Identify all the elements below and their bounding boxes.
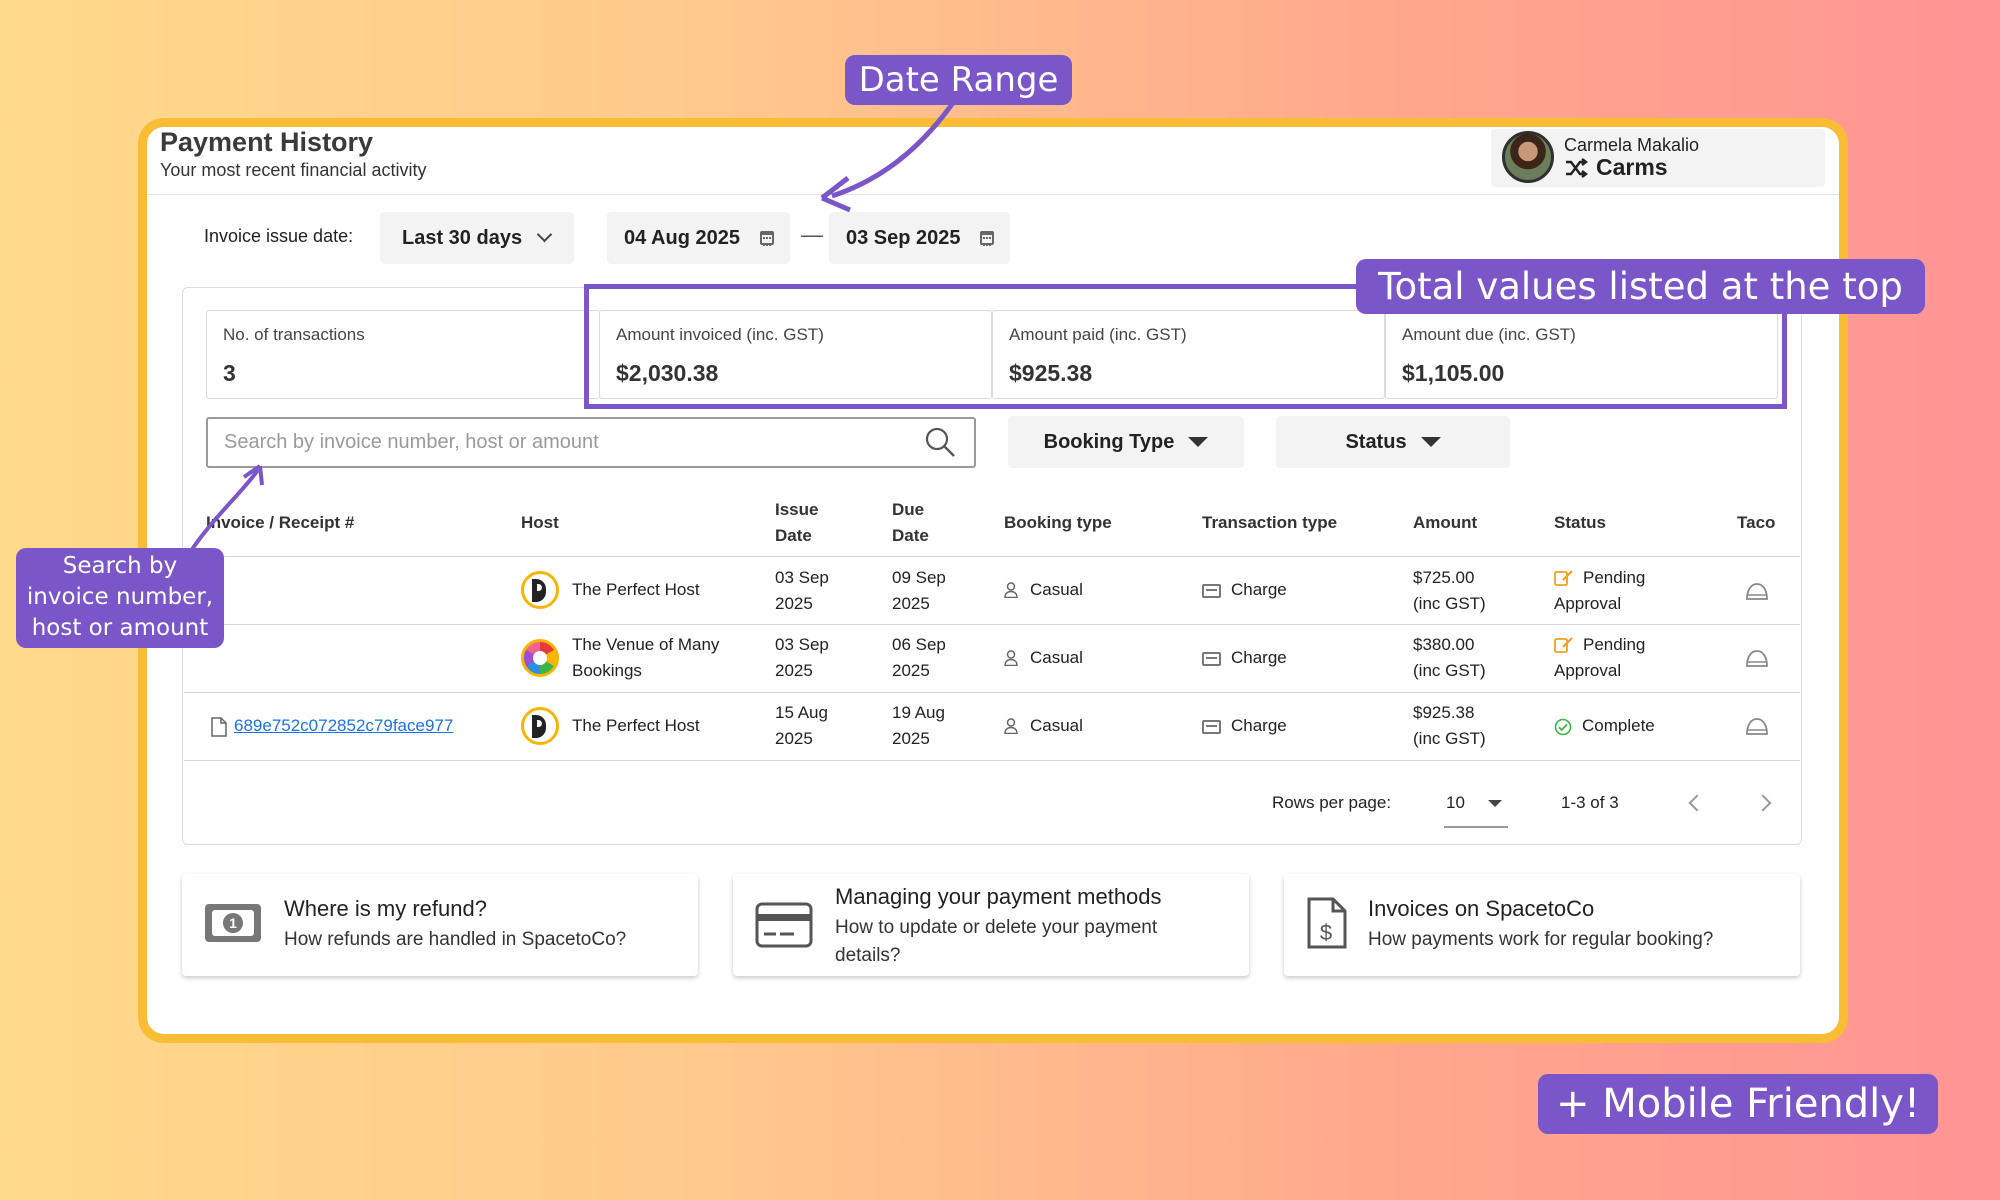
annotation-line: invoice number, — [26, 584, 214, 610]
annotation-date-range: Date Range — [845, 55, 1072, 105]
annotation-mobile: + Mobile Friendly! — [1538, 1074, 1938, 1134]
annotation-arrows — [183, 98, 958, 562]
annotation-search: Search by invoice number, host or amount — [16, 548, 224, 648]
date-range-arrow — [831, 98, 958, 199]
annotation-line: Search by — [62, 553, 178, 579]
annotation-totals: Total values listed at the top — [1356, 259, 1925, 314]
search-arrow — [183, 468, 260, 562]
annotation-line: host or amount — [31, 615, 209, 641]
